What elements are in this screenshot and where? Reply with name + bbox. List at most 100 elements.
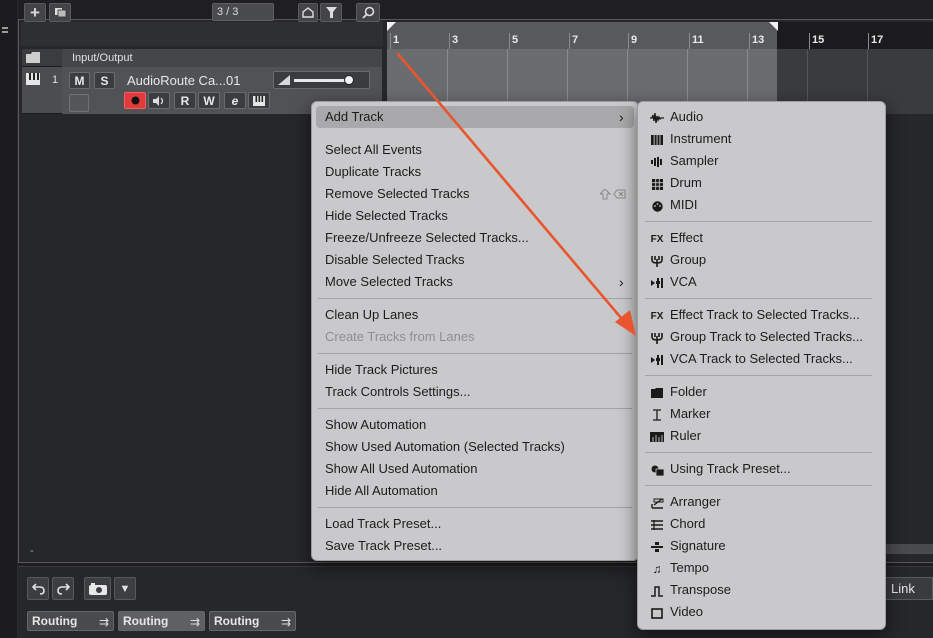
folder-track-name: Input/Output bbox=[72, 52, 133, 64]
submenu-item-ruler[interactable]: Ruler bbox=[670, 425, 701, 447]
menu-lines-icon-part bbox=[2, 31, 8, 33]
add-track-preset-button[interactable] bbox=[49, 3, 71, 22]
menu-separator bbox=[318, 507, 632, 508]
edit-instrument-button[interactable] bbox=[248, 92, 270, 109]
menu-item-freeze-unfreeze[interactable]: Freeze/Unfreeze Selected Tracks... bbox=[325, 227, 529, 249]
submenu-item-tempo[interactable]: Tempo bbox=[670, 557, 709, 579]
submenu-item-signature[interactable]: Signature bbox=[670, 535, 726, 557]
menu-item-load-track-preset[interactable]: Load Track Preset... bbox=[325, 513, 441, 535]
horizontal-scrollbar[interactable] bbox=[880, 544, 933, 554]
find-tracks-button[interactable] bbox=[356, 3, 380, 22]
submenu-item-group[interactable]: Group bbox=[670, 249, 706, 271]
submenu-item-vca-track-to-selected[interactable]: VCA Track to Selected Tracks... bbox=[670, 348, 853, 370]
submenu-item-sampler[interactable]: Sampler bbox=[670, 150, 718, 172]
snapshot-button[interactable] bbox=[84, 577, 111, 600]
vca-icon bbox=[650, 276, 664, 290]
menu-item-save-track-preset[interactable]: Save Track Preset... bbox=[325, 535, 442, 557]
menu-item-select-all-events[interactable]: Select All Events bbox=[325, 139, 422, 161]
filter-track-types-button[interactable] bbox=[320, 3, 342, 22]
submenu-item-vca[interactable]: VCA bbox=[670, 271, 697, 293]
submenu-item-effect[interactable]: Effect bbox=[670, 227, 703, 249]
record-enable-button[interactable] bbox=[124, 92, 146, 109]
submenu-item-drum[interactable]: Drum bbox=[670, 172, 702, 194]
loop-range[interactable] bbox=[387, 22, 777, 49]
routing-icon: ⇉ bbox=[190, 615, 201, 629]
submenu-item-chord[interactable]: Chord bbox=[670, 513, 705, 535]
ruler-tick bbox=[628, 33, 629, 49]
menu-separator bbox=[645, 452, 872, 453]
instrument-keyboard-icon bbox=[26, 73, 40, 85]
fx-icon: FX bbox=[650, 233, 664, 245]
volume-fader-handle[interactable] bbox=[344, 75, 354, 85]
submenu-item-instrument[interactable]: Instrument bbox=[670, 128, 731, 150]
volume-fader-track bbox=[294, 79, 350, 82]
volume-fader[interactable] bbox=[273, 71, 370, 89]
ruler-bar-number: 7 bbox=[572, 34, 579, 46]
ruler-bar-number: 13 bbox=[752, 34, 765, 46]
menu-item-add-track[interactable]: Add Track bbox=[316, 106, 634, 128]
ruler-bar-number: 11 bbox=[692, 34, 704, 46]
submenu-item-using-track-preset[interactable]: Using Track Preset... bbox=[670, 458, 791, 480]
menu-separator bbox=[318, 353, 632, 354]
menu-item-show-all-used-automation[interactable]: Show All Used Automation bbox=[325, 458, 477, 480]
menu-separator bbox=[645, 375, 872, 376]
submenu-item-video[interactable]: Video bbox=[670, 601, 703, 623]
edit-channel-button[interactable]: e bbox=[224, 92, 246, 109]
menu-separator bbox=[318, 408, 632, 409]
search-icon bbox=[361, 6, 374, 19]
menu-separator bbox=[645, 221, 872, 222]
write-automation-button[interactable]: W bbox=[198, 92, 220, 109]
menu-item-clean-up-lanes[interactable]: Clean Up Lanes bbox=[325, 304, 418, 326]
menu-item-track-controls-settings[interactable]: Track Controls Settings... bbox=[325, 381, 470, 403]
menu-item-move-selected-tracks[interactable]: Move Selected Tracks bbox=[325, 271, 453, 293]
submenu-item-folder[interactable]: Folder bbox=[670, 381, 707, 403]
ruler-tick bbox=[390, 33, 391, 49]
track-number: 1 bbox=[52, 74, 59, 86]
submenu-item-effect-track-to-selected[interactable]: Effect Track to Selected Tracks... bbox=[670, 304, 860, 326]
volume-ramp-icon bbox=[278, 75, 290, 85]
submenu-item-arranger[interactable]: Arranger bbox=[670, 491, 721, 513]
link-button[interactable]: Link bbox=[880, 577, 933, 600]
track-visibility-button[interactable] bbox=[298, 3, 318, 22]
snapshot-dropdown-button[interactable]: ▼ bbox=[114, 577, 136, 600]
menu-item-remove-selected-tracks[interactable]: Remove Selected Tracks bbox=[325, 183, 470, 205]
left-edge-strip bbox=[0, 0, 18, 638]
read-automation-button[interactable]: R bbox=[174, 92, 196, 109]
tempo-icon: ♫ bbox=[652, 562, 662, 576]
solo-button[interactable]: S bbox=[94, 72, 115, 89]
menu-separator bbox=[645, 298, 872, 299]
track-picture-slot[interactable] bbox=[69, 94, 89, 112]
menu-item-show-used-automation[interactable]: Show Used Automation (Selected Tracks) bbox=[325, 436, 565, 458]
track-name[interactable]: AudioRoute Ca...01 bbox=[127, 73, 240, 88]
menu-item-hide-selected-tracks[interactable]: Hide Selected Tracks bbox=[325, 205, 448, 227]
menu-item-hide-all-automation[interactable]: Hide All Automation bbox=[325, 480, 438, 502]
submenu-item-marker[interactable]: Marker bbox=[670, 403, 710, 425]
submenu-item-audio[interactable]: Audio bbox=[670, 106, 703, 128]
redo-button[interactable] bbox=[52, 577, 74, 600]
menu-item-disable-selected-tracks[interactable]: Disable Selected Tracks bbox=[325, 249, 464, 271]
right-locator-marker-icon[interactable] bbox=[768, 22, 778, 32]
record-icon bbox=[131, 96, 139, 105]
mute-button[interactable]: M bbox=[69, 72, 90, 89]
menu-lines-icon[interactable] bbox=[2, 27, 8, 29]
add-track-button[interactable]: + bbox=[24, 3, 46, 22]
instrument-keys-icon bbox=[253, 95, 265, 106]
visibility-agents-icon bbox=[302, 7, 314, 18]
menu-item-duplicate-tracks[interactable]: Duplicate Tracks bbox=[325, 161, 421, 183]
routing-icon: ⇉ bbox=[99, 615, 110, 629]
submenu-item-midi[interactable]: MIDI bbox=[670, 194, 697, 216]
folder-icon bbox=[650, 386, 664, 400]
track-visibility-counter[interactable]: 3 / 3 bbox=[212, 3, 274, 21]
routing-tab-label: Routing bbox=[123, 614, 169, 628]
left-locator-marker-icon[interactable] bbox=[387, 22, 397, 32]
undo-button[interactable] bbox=[27, 577, 49, 600]
menu-item-show-automation[interactable]: Show Automation bbox=[325, 414, 426, 436]
transpose-icon bbox=[650, 584, 664, 598]
menu-separator bbox=[318, 298, 632, 299]
menu-item-hide-track-pictures[interactable]: Hide Track Pictures bbox=[325, 359, 438, 381]
group-icon bbox=[650, 331, 664, 345]
vca-icon bbox=[650, 353, 664, 367]
monitor-button[interactable] bbox=[148, 92, 170, 109]
submenu-item-transpose[interactable]: Transpose bbox=[670, 579, 731, 601]
submenu-item-group-track-to-selected[interactable]: Group Track to Selected Tracks... bbox=[670, 326, 863, 348]
